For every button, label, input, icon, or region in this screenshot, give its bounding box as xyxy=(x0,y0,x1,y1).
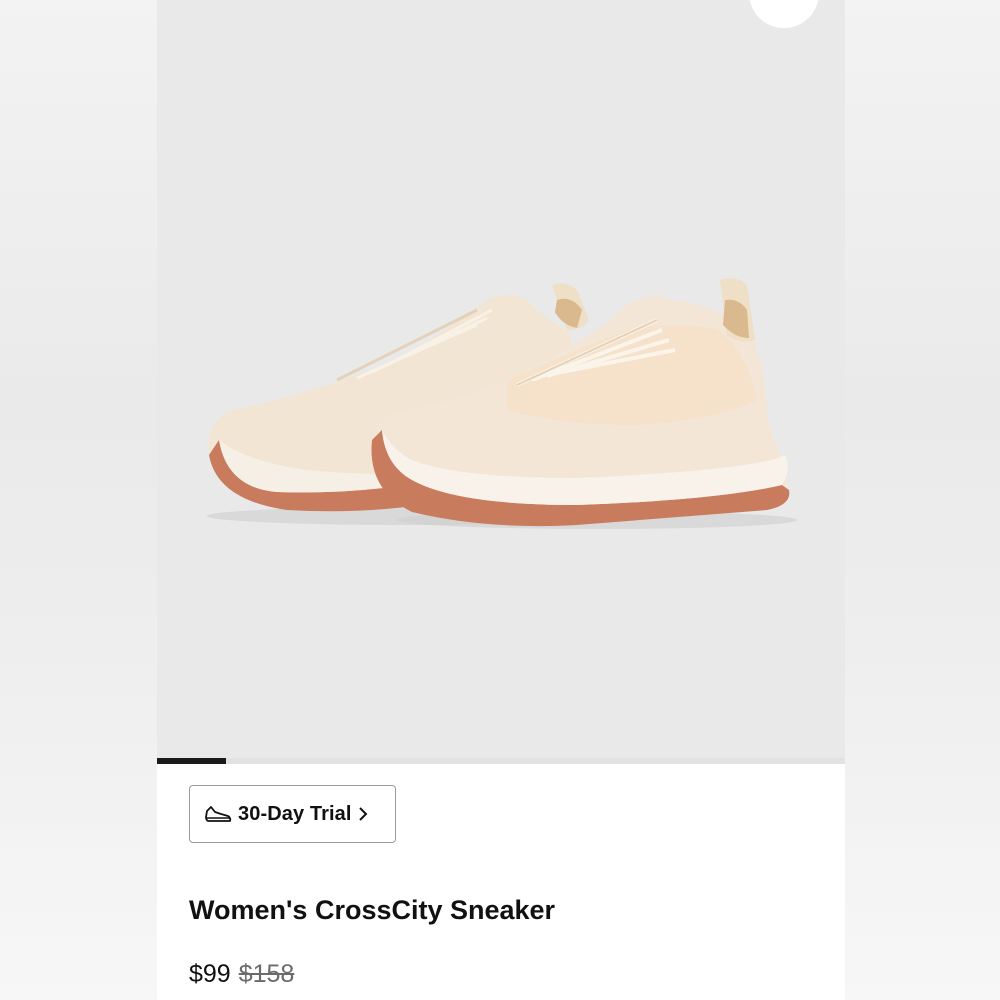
chevron-right-icon xyxy=(358,807,367,821)
right-backdrop xyxy=(845,0,1000,1000)
trial-button[interactable]: 30-Day Trial xyxy=(189,785,396,843)
trial-label: 30-Day Trial xyxy=(238,802,352,825)
sale-price: $99 xyxy=(189,960,231,988)
product-title: Women's CrossCity Sneaker xyxy=(189,895,556,925)
shoe-icon xyxy=(205,806,232,822)
original-price: $158 xyxy=(238,960,295,988)
carousel-progress-indicator xyxy=(157,758,226,764)
price-row: $99 $158 xyxy=(189,960,294,989)
left-backdrop xyxy=(0,0,157,1000)
product-page: 30-Day Trial Women's CrossCity Sneaker $… xyxy=(157,0,845,1000)
product-photo xyxy=(207,278,797,529)
product-image-carousel[interactable] xyxy=(157,0,845,760)
carousel-progress-track xyxy=(157,758,845,764)
